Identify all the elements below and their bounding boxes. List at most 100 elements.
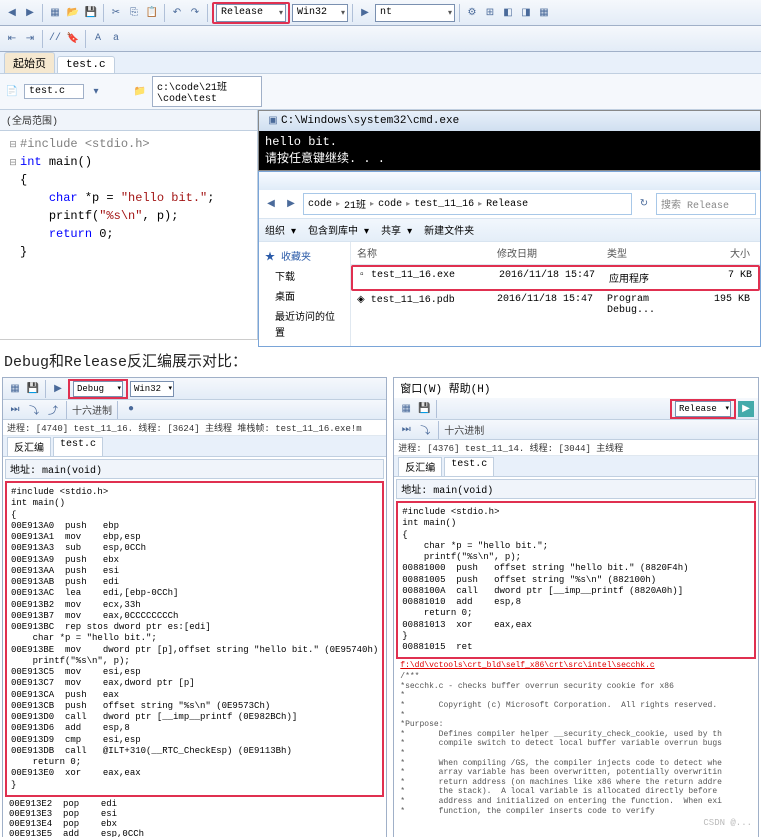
rl-icon-2[interactable]: 💾 — [416, 401, 432, 417]
tool-icon-4[interactable]: ◨ — [518, 5, 534, 21]
file-row-pdb[interactable]: ◈ test_11_16.pdb 2016/11/18 15:47 Progra… — [351, 291, 760, 319]
release-status: 进程: [4376] test_11_14. 线程: [3044] 主线程 — [394, 440, 758, 456]
cmd-window: ▣ C:\Windows\system32\cmd.exe hello bit.… — [258, 110, 761, 171]
scope-dropdown[interactable]: (全局范围) — [0, 110, 257, 131]
release-addr-bar: 地址: main(void) — [396, 479, 756, 499]
rl-run-icon[interactable]: ▶ — [738, 401, 754, 417]
rl-icon-1[interactable]: ▦ — [398, 401, 414, 417]
redo-icon[interactable]: ↷ — [187, 5, 203, 21]
release-config-dropdown[interactable]: Release — [675, 401, 731, 417]
explorer-search[interactable]: 搜索 Release — [656, 193, 756, 215]
copy-icon[interactable]: ⎘ — [126, 5, 142, 21]
exp-share[interactable]: 共享 ▾ — [381, 222, 412, 238]
db-run-icon[interactable]: ▶ — [50, 381, 66, 397]
new-icon[interactable]: ▦ — [47, 5, 63, 21]
tool-icon-2[interactable]: ⊞ — [482, 5, 498, 21]
nav-path[interactable]: c:\code\21班\code\test — [152, 76, 262, 107]
nav-file[interactable]: test.c — [24, 84, 84, 99]
tab-source-r[interactable]: test.c — [444, 457, 494, 476]
watermark: CSDN @... — [394, 818, 758, 828]
side-downloads[interactable]: 下载 — [263, 266, 346, 286]
run-icon[interactable]: ▶ — [357, 5, 373, 21]
db-out-icon[interactable]: ⤴ — [45, 402, 61, 418]
save-icon[interactable]: 💾 — [83, 5, 99, 21]
refresh-icon[interactable]: ↻ — [636, 196, 652, 212]
main-toolbar-1: ◀ ▶ ▦ 📂 💾 ✂ ⎘ 📋 ↶ ↷ Release Win32 ▶ nt ⚙… — [0, 0, 761, 26]
hex-label[interactable]: 十六进制 — [72, 402, 112, 418]
col-size[interactable]: 大小 — [696, 242, 756, 264]
exp-include[interactable]: 包含到库中 ▾ — [308, 222, 369, 238]
file-row-exe[interactable]: ▫ test_11_16.exe 2016/11/18 15:47 应用程序 7… — [351, 265, 760, 291]
a2-icon[interactable]: a — [108, 31, 124, 47]
exp-fwd-icon[interactable]: ▶ — [283, 196, 299, 212]
db-icon-1[interactable]: ▦ — [7, 381, 23, 397]
cmd-title-text: C:\Windows\system32\cmd.exe — [281, 115, 459, 127]
rl-over-icon[interactable]: ⤵ — [417, 422, 433, 438]
debug-status: 进程: [4740] test_11_16. 线程: [3624] 主线程 堆栈… — [3, 420, 386, 436]
release-menubar[interactable]: 窗口(W) 帮助(H) — [394, 378, 758, 398]
rl-step-icon[interactable]: ⏭ — [398, 422, 414, 438]
exp-newfolder[interactable]: 新建文件夹 — [424, 222, 474, 238]
breadcrumb[interactable]: code▸ 21班▸ code▸ test_11_16▸ Release — [303, 193, 632, 215]
secchk-link[interactable]: f:\dd\vctools\crt_bld\self_x86\crt\src\i… — [394, 661, 758, 670]
bc-1[interactable]: 21班 — [344, 196, 366, 212]
undo-icon[interactable]: ↶ — [169, 5, 185, 21]
release-disassembly[interactable]: #include <stdio.h> int main() { char *p … — [396, 501, 756, 659]
a-icon[interactable]: A — [90, 31, 106, 47]
db-bp-icon[interactable]: ● — [123, 402, 139, 418]
cut-icon[interactable]: ✂ — [108, 5, 124, 21]
tool-icon-3[interactable]: ◧ — [500, 5, 516, 21]
document-tabbar: 起始页 test.c — [0, 52, 761, 74]
bc-4[interactable]: Release — [486, 199, 528, 210]
debug-platform-dropdown[interactable]: Win32 — [130, 381, 174, 397]
debug-tabs: 反汇编 test.c — [3, 436, 386, 457]
config-dropdown[interactable]: Release — [216, 4, 286, 22]
code-editor: (全局范围) ⊟#include <stdio.h> ⊟int main() {… — [0, 110, 258, 339]
outdent-icon[interactable]: ⇥ — [22, 31, 38, 47]
col-date[interactable]: 修改日期 — [491, 242, 601, 264]
rl-hex-label[interactable]: 十六进制 — [444, 422, 484, 438]
bc-0[interactable]: code — [308, 199, 332, 210]
bookmark-icon[interactable]: 🔖 — [65, 31, 81, 47]
explorer-toolbar: 组织 ▾ 包含到库中 ▾ 共享 ▾ 新建文件夹 — [259, 219, 760, 242]
side-desktop[interactable]: 桌面 — [263, 286, 346, 306]
open-icon[interactable]: 📂 — [65, 5, 81, 21]
chevron-down-icon[interactable]: ▾ — [88, 84, 104, 100]
indent-icon[interactable]: ⇤ — [4, 31, 20, 47]
bc-3[interactable]: test_11_16 — [414, 199, 474, 210]
explorer-sidebar: ★ 收藏夹 下载 桌面 最近访问的位置 — [259, 242, 351, 346]
bc-2[interactable]: code — [378, 199, 402, 210]
main-toolbar-2: ⇤ ⇥ // 🔖 A a — [0, 26, 761, 52]
cmd-titlebar: ▣ C:\Windows\system32\cmd.exe — [259, 111, 760, 131]
db-icon-2[interactable]: 💾 — [25, 381, 41, 397]
db-step-icon[interactable]: ⏭ — [7, 402, 23, 418]
nav-fwd-icon[interactable]: ▶ — [22, 5, 38, 21]
paste-icon[interactable]: 📋 — [144, 5, 160, 21]
explorer-titlebar — [259, 172, 760, 190]
target-dropdown[interactable]: nt — [375, 4, 455, 22]
side-recent[interactable]: 最近访问的位置 — [263, 306, 346, 342]
explorer-navbar: ◀ ▶ code▸ 21班▸ code▸ test_11_16▸ Release… — [259, 190, 760, 219]
tab-testc[interactable]: test.c — [57, 56, 115, 73]
side-favorites[interactable]: ★ 收藏夹 — [263, 246, 346, 266]
db-over-icon[interactable]: ⤵ — [26, 402, 42, 418]
tab-disasm[interactable]: 反汇编 — [7, 437, 51, 456]
debug-config-dropdown[interactable]: Debug — [73, 381, 123, 397]
exp-organize[interactable]: 组织 ▾ — [265, 222, 296, 238]
nav-back-icon[interactable]: ◀ — [4, 5, 20, 21]
debug-tail: 00E913E2 pop edi 00E913E3 pop esi 00E913… — [3, 799, 386, 837]
source-code[interactable]: ⊟#include <stdio.h> ⊟int main() { char *… — [0, 131, 257, 265]
tool-icon-1[interactable]: ⚙ — [464, 5, 480, 21]
cmd-output: hello bit. 请按任意键继续. . . — [259, 131, 760, 170]
tab-source[interactable]: test.c — [53, 437, 103, 456]
col-name[interactable]: 名称 — [351, 242, 491, 264]
debug-toolbar-1: ▦ 💾 ▶ Debug Win32 — [3, 378, 386, 400]
tab-startpage[interactable]: 起始页 — [4, 52, 55, 73]
platform-dropdown[interactable]: Win32 — [292, 4, 348, 22]
col-type[interactable]: 类型 — [601, 242, 696, 264]
exp-back-icon[interactable]: ◀ — [263, 196, 279, 212]
tool-icon-5[interactable]: ▦ — [536, 5, 552, 21]
comment-icon[interactable]: // — [47, 31, 63, 47]
debug-disassembly[interactable]: #include <stdio.h> int main() { 00E913A0… — [5, 481, 384, 797]
tab-disasm-r[interactable]: 反汇编 — [398, 457, 442, 476]
